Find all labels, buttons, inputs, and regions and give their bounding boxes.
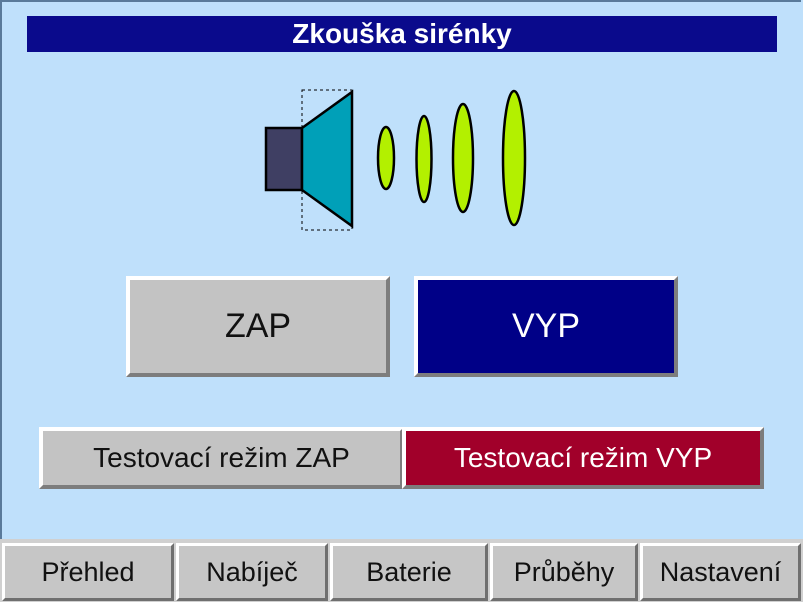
nav-item-prehled[interactable]: Přehled (2, 543, 174, 601)
nav-item-nastaveni[interactable]: Nastavení (640, 543, 801, 601)
sound-wave-1 (376, 125, 396, 191)
speaker-with-sound-waves-icon (264, 89, 527, 231)
sound-wave-4 (501, 89, 527, 227)
page-title: Zkouška sirénky (27, 16, 777, 52)
nav-item-nabijec[interactable]: Nabíječ (176, 543, 328, 601)
siren-on-button[interactable]: ZAP (126, 276, 390, 377)
sound-wave-2 (415, 114, 433, 204)
speaker-cone (300, 89, 354, 229)
test-mode-on-button[interactable]: Testovací režim ZAP (39, 427, 404, 489)
nav-item-prubehy[interactable]: Průběhy (490, 543, 638, 601)
sound-wave-3 (451, 102, 475, 214)
bottom-navigation: Přehled Nabíječ Baterie Průběhy Nastaven… (0, 539, 803, 602)
speaker-magnet (264, 126, 304, 192)
test-mode-off-button[interactable]: Testovací režim VYP (402, 427, 764, 489)
nav-item-baterie[interactable]: Baterie (330, 543, 488, 601)
siren-off-button[interactable]: VYP (414, 276, 678, 377)
